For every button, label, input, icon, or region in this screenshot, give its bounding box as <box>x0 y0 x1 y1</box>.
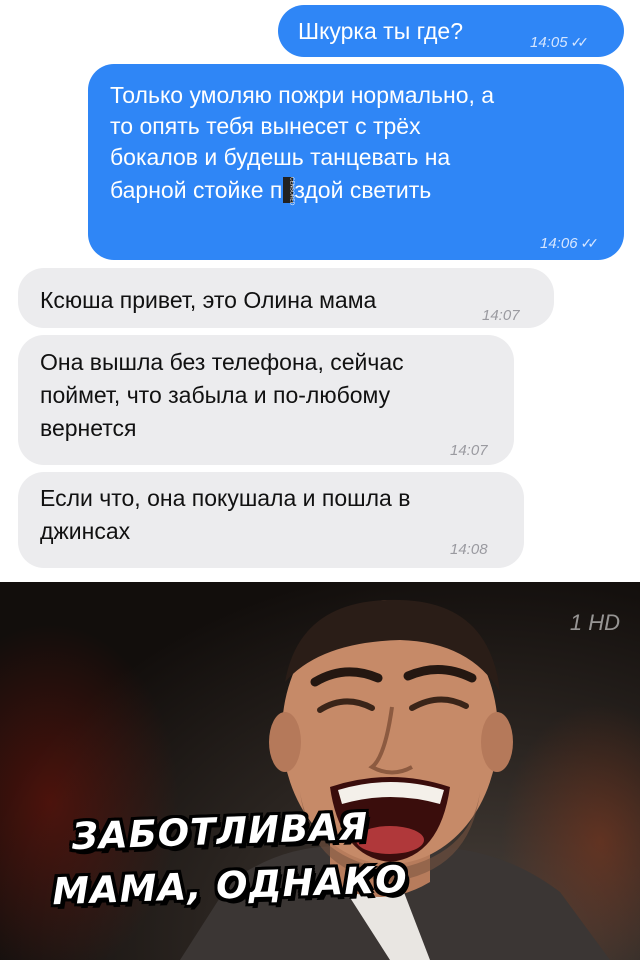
message-text: барной стойке п <box>110 177 283 203</box>
message-text: здой светить <box>294 177 432 203</box>
message-bubble-incoming[interactable]: Она вышла без телефона, сейчас поймет, ч… <box>18 335 514 465</box>
message-text: Шкурка ты где? <box>298 18 463 44</box>
message-text-line: барной стойке п CENSORED здой светить <box>110 175 624 206</box>
channel-logo: 1 HD <box>569 610 620 635</box>
meme-image: 1 HD ЗАБОТЛИВАЯ МАМА, ОДНАКО <box>0 582 640 960</box>
message-timestamp: 14:05 ✓✓ <box>530 27 590 58</box>
message-text-line: Если что, она покушала и пошла в <box>40 485 411 511</box>
message-text-line: бокалов и будешь танцевать на <box>110 144 451 170</box>
message-text-line: то опять тебя вынесет с трёх <box>110 113 421 139</box>
read-checkmarks-icon: ✓✓ <box>570 34 590 50</box>
message-timestamp: 14:07 <box>482 307 520 324</box>
read-checkmarks-icon: ✓✓ <box>580 235 600 251</box>
chat-area: Шкурка ты где? 14:05 ✓✓ Только умоляю пож… <box>0 0 640 580</box>
message-timestamp: 14:07 <box>450 442 488 459</box>
message-text-line: вернется <box>40 415 137 441</box>
censored-sticker: CENSORED <box>283 177 294 205</box>
message-bubble-incoming[interactable]: Ксюша привет, это Олина мама 14:07 <box>18 268 554 328</box>
message-text: Ксюша привет, это Олина мама <box>40 287 377 313</box>
message-bubble-outgoing[interactable]: Шкурка ты где? 14:05 ✓✓ <box>278 5 624 57</box>
message-bubble-incoming[interactable]: Если что, она покушала и пошла в джинсах… <box>18 472 524 568</box>
message-text-line: Она вышла без телефона, сейчас <box>40 349 404 375</box>
message-text-line: поймет, что забыла и по-любому <box>40 382 391 408</box>
message-bubble-outgoing[interactable]: Только умоляю пожри нормально, а то опят… <box>88 64 624 260</box>
message-timestamp: 14:06 ✓✓ <box>540 228 600 259</box>
message-timestamp: 14:08 <box>450 541 488 558</box>
message-text-line: Только умоляю пожри нормально, а <box>110 82 495 108</box>
